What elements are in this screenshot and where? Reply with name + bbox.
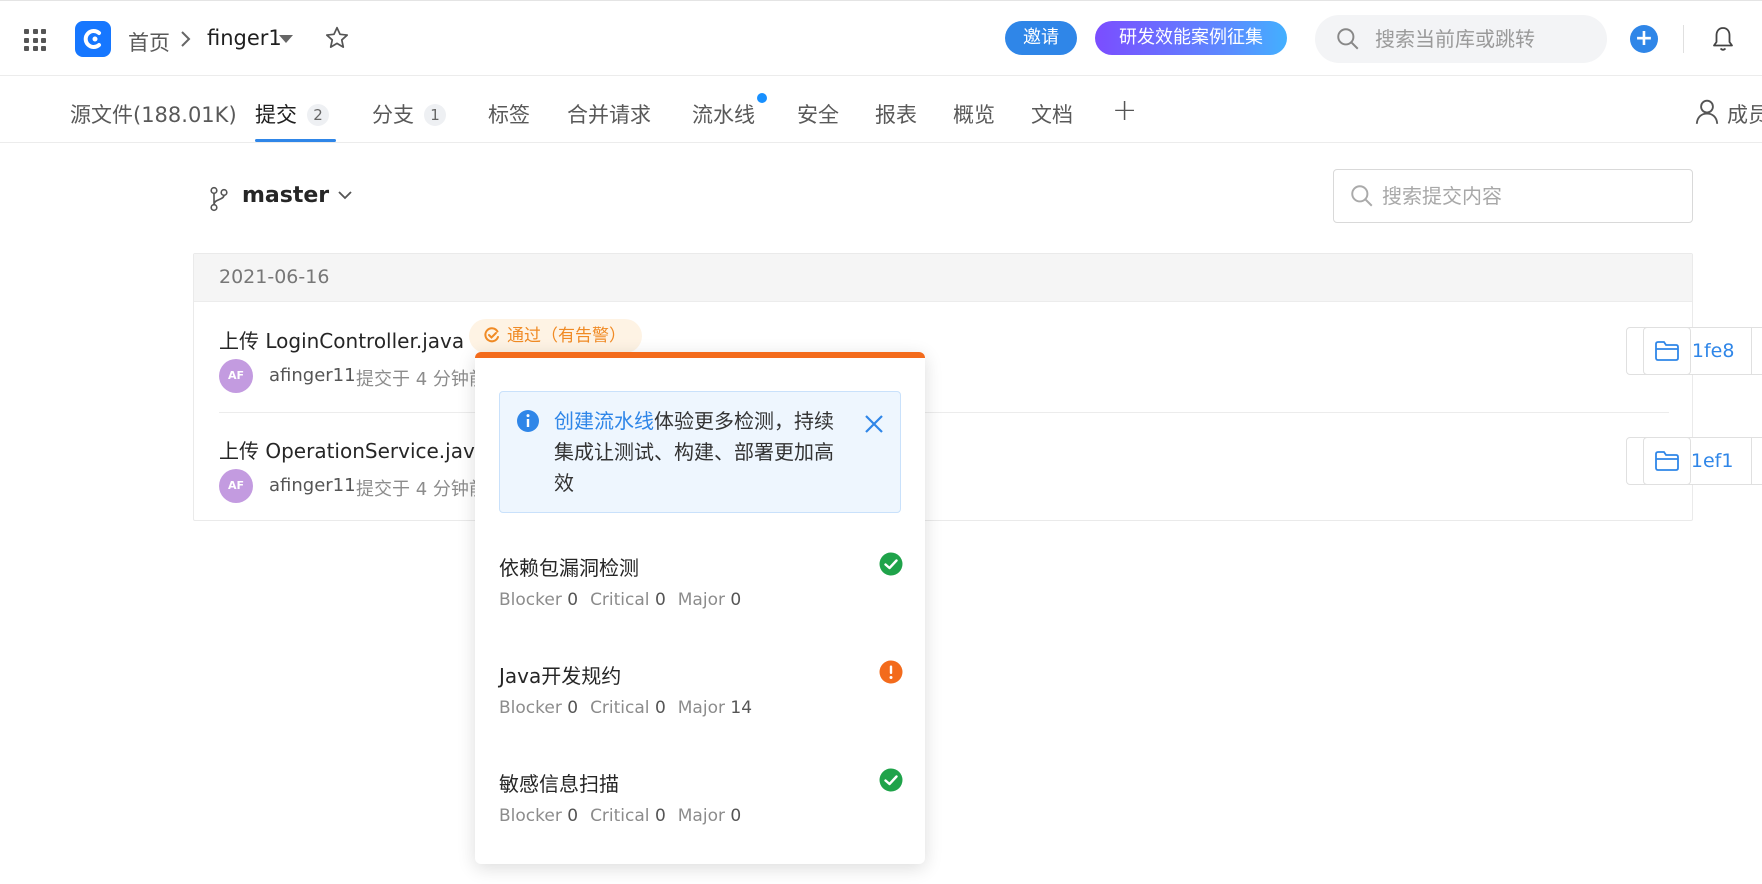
commit-row: 上传 LoginController.java 通过（有告警） AF afing… bbox=[219, 303, 1762, 413]
chevron-right-icon bbox=[181, 31, 191, 47]
invite-button[interactable]: 邀请 bbox=[1005, 21, 1077, 55]
search-icon bbox=[1351, 185, 1373, 207]
check-java-standards: Java开发规约 Blocker 0 Critical 0 Major 14 bbox=[499, 660, 903, 750]
copy-sha-button[interactable] bbox=[1751, 438, 1762, 484]
avatar[interactable]: AF bbox=[219, 469, 253, 503]
commit-author[interactable]: afinger11 bbox=[269, 475, 356, 496]
star-icon[interactable] bbox=[324, 25, 350, 51]
breadcrumb-home[interactable]: 首页 bbox=[128, 27, 170, 57]
check-circle-icon bbox=[879, 552, 903, 576]
commit-time: 提交于 4 分钟前 bbox=[356, 479, 487, 500]
check-dependency-vuln: 依赖包漏洞检测 Blocker 0 Critical 0 Major 0 bbox=[499, 552, 903, 642]
tab-commits[interactable]: 提交 2 bbox=[255, 99, 329, 129]
tab-source[interactable]: 源文件(188.01K) bbox=[70, 99, 237, 129]
browse-files-button[interactable] bbox=[1643, 437, 1691, 485]
tab-pipelines[interactable]: 流水线 bbox=[692, 99, 755, 129]
browse-files-button[interactable] bbox=[1643, 327, 1691, 375]
top-header: 首页 finger1 邀请 研发效能案例征集 + bbox=[0, 0, 1762, 76]
tab-branches[interactable]: 分支 1 bbox=[372, 99, 446, 129]
tip-message: 创建流水线体验更多检测，持续集成让测试、构建、部署更加高效 bbox=[554, 409, 834, 495]
warning-circle-icon bbox=[879, 660, 903, 684]
info-icon bbox=[517, 410, 539, 432]
search-icon bbox=[1337, 28, 1359, 50]
pipeline-notice-dot bbox=[757, 93, 767, 103]
commit-list: 2021-06-16 上传 LoginController.java 通过（有告… bbox=[193, 253, 1762, 523]
commit-author[interactable]: afinger11 bbox=[269, 365, 356, 386]
case-collection-button[interactable]: 研发效能案例征集 bbox=[1095, 21, 1287, 55]
pipeline-status-popover: 创建流水线体验更多检测，持续集成让测试、构建、部署更加高效 依赖包漏洞检测 Bl… bbox=[475, 352, 925, 864]
commits-count-badge: 2 bbox=[307, 104, 329, 126]
commit-time: 提交于 4 分钟前 bbox=[356, 369, 487, 390]
commit-search[interactable] bbox=[1333, 169, 1693, 223]
global-search[interactable] bbox=[1315, 15, 1607, 63]
header-divider bbox=[1683, 25, 1684, 53]
active-tab-indicator bbox=[255, 139, 336, 142]
folder-icon bbox=[1655, 451, 1679, 471]
logo-c-icon bbox=[83, 29, 101, 49]
check-name: Java开发规约 bbox=[499, 664, 622, 688]
check-circle-icon bbox=[879, 768, 903, 792]
members-link[interactable]: 成员 bbox=[1727, 99, 1762, 129]
chevron-down-icon[interactable] bbox=[336, 188, 354, 202]
caret-down-icon[interactable] bbox=[279, 35, 293, 43]
commit-title[interactable]: 上传 LoginController.java bbox=[219, 325, 464, 354]
bell-icon[interactable] bbox=[1711, 25, 1735, 53]
tab-overview[interactable]: 概览 bbox=[953, 99, 995, 129]
create-pipeline-tip: 创建流水线体验更多检测，持续集成让测试、构建、部署更加高效 bbox=[499, 391, 901, 513]
commit-date-header: 2021-06-16 bbox=[194, 254, 1692, 302]
commit-date: 2021-06-16 bbox=[219, 266, 330, 288]
check-stats: Blocker 0 Critical 0 Major 0 bbox=[499, 806, 742, 826]
close-icon[interactable] bbox=[863, 413, 885, 435]
folder-icon bbox=[1655, 341, 1679, 361]
copy-sha-button[interactable] bbox=[1751, 328, 1762, 374]
breadcrumb-repo[interactable]: finger1 bbox=[207, 26, 282, 50]
branch-selector[interactable]: master bbox=[242, 183, 329, 208]
global-search-input[interactable] bbox=[1375, 15, 1595, 63]
commit-row: 上传 OperationService.java AF afinger11 提交… bbox=[219, 413, 1762, 523]
create-plus-button[interactable]: + bbox=[1630, 25, 1658, 53]
status-warning-ring-icon bbox=[484, 327, 499, 343]
check-stats: Blocker 0 Critical 0 Major 14 bbox=[499, 698, 753, 718]
tab-merge-requests[interactable]: 合并请求 bbox=[567, 99, 651, 129]
pipeline-status-tag[interactable]: 通过（有告警） bbox=[469, 319, 642, 353]
branches-count-badge: 1 bbox=[424, 104, 446, 126]
tab-security[interactable]: 安全 bbox=[797, 99, 839, 129]
app-grid-icon[interactable] bbox=[24, 29, 46, 51]
repo-tabs: 源文件(188.01K) 提交 2 分支 1 标签 合并请求 流水线 安全 报表 概… bbox=[0, 77, 1762, 143]
check-stats: Blocker 0 Critical 0 Major 0 bbox=[499, 590, 742, 610]
git-branch-icon bbox=[210, 186, 228, 212]
check-name: 依赖包漏洞检测 bbox=[499, 556, 639, 580]
commit-search-input[interactable] bbox=[1382, 170, 1682, 222]
check-sensitive-info: 敏感信息扫描 Blocker 0 Critical 0 Major 0 bbox=[499, 768, 903, 858]
create-pipeline-link[interactable]: 创建流水线 bbox=[554, 409, 654, 433]
tab-reports[interactable]: 报表 bbox=[875, 99, 917, 129]
commit-title[interactable]: 上传 OperationService.java bbox=[219, 435, 487, 464]
check-name: 敏感信息扫描 bbox=[499, 772, 619, 796]
avatar[interactable]: AF bbox=[219, 359, 253, 393]
tab-docs[interactable]: 文档 bbox=[1031, 99, 1073, 129]
add-tab-plus-icon[interactable]: + bbox=[1112, 96, 1137, 126]
product-logo[interactable] bbox=[75, 21, 111, 57]
tab-tags[interactable]: 标签 bbox=[488, 99, 530, 129]
member-icon[interactable] bbox=[1694, 98, 1720, 126]
